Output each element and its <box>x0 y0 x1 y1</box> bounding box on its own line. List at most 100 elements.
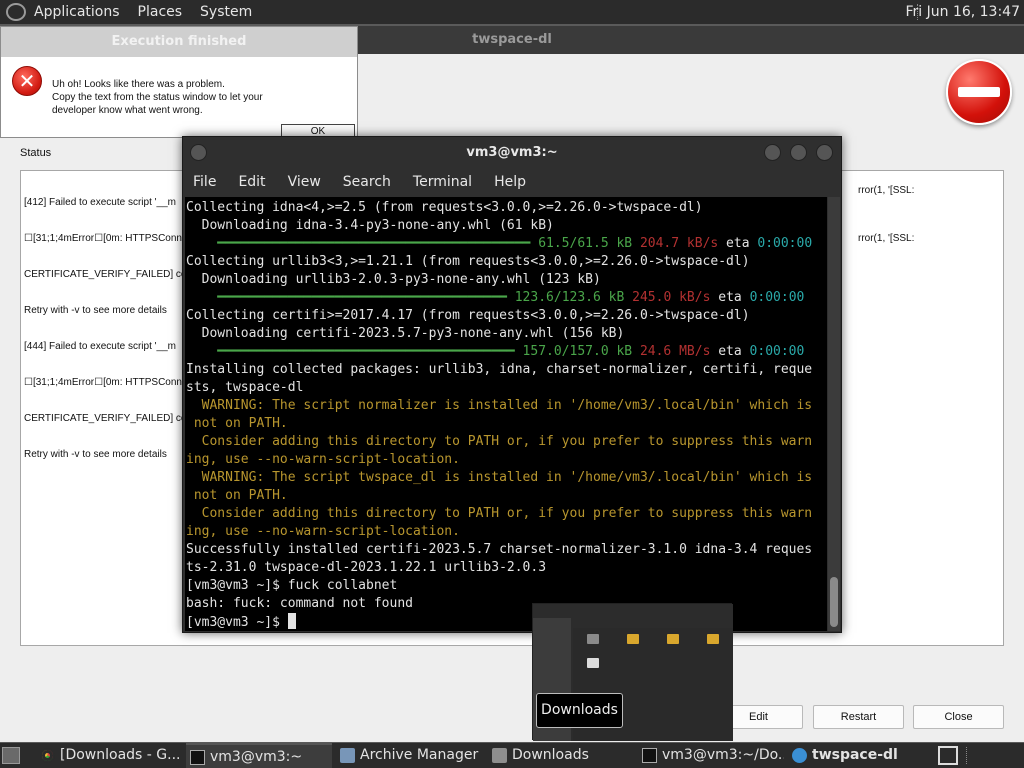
scrollbar-thumb[interactable] <box>830 577 838 627</box>
terminal-screen[interactable]: Collecting idna<4,>=2.5 (from requests<3… <box>185 197 827 631</box>
terminal-line: WARNING: The script normalizer is instal… <box>186 397 813 415</box>
status-line: [444] Failed to execute script '__m <box>24 341 176 352</box>
terminal-line: Collecting certifi>=2017.4.17 (from requ… <box>186 307 750 325</box>
eta-label: eta <box>710 290 750 305</box>
workspace-switcher-icon[interactable] <box>938 746 958 765</box>
terminal-line: not on PATH. <box>186 487 288 505</box>
terminal-line: not on PATH. <box>186 415 288 433</box>
dialog-title[interactable]: Execution finished <box>1 27 357 57</box>
menu-places[interactable]: Places <box>129 4 192 20</box>
terminal-line-text: bash: fuck: command not found <box>186 596 413 611</box>
task-chrome-downloads[interactable]: [Downloads - G... <box>36 743 184 768</box>
task-archive-manager[interactable]: Archive Manager <box>336 743 484 768</box>
clock[interactable]: Fri Jun 16, 13:47 <box>905 4 1020 20</box>
task-label: Downloads <box>512 747 589 763</box>
menu-system[interactable]: System <box>191 4 261 20</box>
terminal-line: bash: fuck: command not found <box>186 595 413 613</box>
terminal-menubar: File Edit View Search Terminal Help <box>183 169 841 194</box>
progress-bar: ━━━━━━━━━━━━━━━━━━━━━━━━━━━━━━━━━━━━━━━━ <box>186 236 539 251</box>
menu-edit[interactable]: Edit <box>238 174 265 190</box>
show-desktop-icon[interactable] <box>2 747 20 764</box>
status-line: ☐[31;1;4mError☐[0m: HTTPSConn <box>24 377 182 388</box>
terminal-line: Consider adding this directory to PATH o… <box>186 433 813 451</box>
terminal-line-text: sts, twspace-dl <box>186 380 304 395</box>
terminal-line: Installing collected packages: urllib3, … <box>186 361 812 379</box>
terminal-line: Collecting urllib3<3,>=1.21.1 (from requ… <box>186 253 750 271</box>
status-text: [412] Failed to execute script '__m ☐[31… <box>24 173 195 485</box>
terminal-line-text: Consider adding this directory to PATH o… <box>186 434 813 449</box>
terminal-progress-line: ━━━━━━━━━━━━━━━━━━━━━━━━━━━━━━━━━━━━━ 12… <box>186 289 804 307</box>
terminal-title-text: vm3@vm3:~ <box>466 145 558 160</box>
terminal-line: Collecting idna<4,>=2.5 (from requests<3… <box>186 199 703 217</box>
terminal-line-text: Downloading idna-3.4-py3-none-any.whl (6… <box>186 218 554 233</box>
task-label: [Downloads - G... <box>60 747 181 763</box>
menu-help[interactable]: Help <box>494 174 526 190</box>
terminal-icon <box>190 750 205 765</box>
terminal-prompt-line: [vm3@vm3 ~]$ <box>186 613 296 631</box>
terminal-line: sts, twspace-dl <box>186 379 303 397</box>
terminal-line: Downloading idna-3.4-py3-none-any.whl (6… <box>186 217 554 235</box>
terminal-line-text: Collecting urllib3<3,>=1.21.1 (from requ… <box>186 254 750 269</box>
download-speed: 204.7 kB/s <box>639 236 719 251</box>
task-label: vm3@vm3:~/Do... <box>662 747 784 763</box>
eta-time: 0:00:00 <box>757 236 813 251</box>
download-speed: 245.0 kB/s <box>632 290 711 305</box>
execution-finished-dialog: Execution finished ✕ Uh oh! Looks like t… <box>0 26 358 139</box>
preview-tooltip: Downloads <box>536 693 623 728</box>
task-label: twspace-dl <box>812 747 898 763</box>
status-line: CERTIFICATE_VERIFY_FAILED] certi <box>24 413 195 424</box>
terminal-line: ing, use --no-warn-script-location. <box>186 523 460 541</box>
terminal-icon <box>642 748 657 763</box>
terminal-progress-line: ━━━━━━━━━━━━━━━━━━━━━━━━━━━━━━━━━━━━━━━━… <box>186 235 812 253</box>
folder-icon <box>492 748 507 763</box>
task-label: vm3@vm3:~ <box>210 749 303 765</box>
task-twspace-dl[interactable]: twspace-dl <box>788 743 932 768</box>
stop-sign-icon <box>946 59 1012 125</box>
terminal-line-text: not on PATH. <box>186 416 288 431</box>
status-line: CERTIFICATE_VERIFY_FAILED] certi <box>24 269 195 280</box>
taskbar-separator <box>966 747 967 764</box>
task-downloads[interactable]: Downloads <box>488 743 634 768</box>
file-icon <box>587 658 599 668</box>
terminal-cursor <box>287 613 296 629</box>
download-speed: 24.6 MB/s <box>639 344 711 359</box>
archive-icon <box>627 634 639 644</box>
terminal-line: Downloading certifi-2023.5.7-py3-none-an… <box>186 325 625 343</box>
status-line: Retry with -v to see more details <box>24 305 167 316</box>
terminal-scrollbar[interactable] <box>828 197 840 631</box>
download-size: 157.0/157.0 kB <box>522 344 633 359</box>
folder-icon <box>587 634 599 644</box>
window-menu-icon[interactable] <box>190 144 207 161</box>
status-line: [412] Failed to execute script '__m <box>24 197 176 208</box>
eta-label: eta <box>718 236 758 251</box>
terminal-line-text: WARNING: The script twspace_dl is instal… <box>186 470 813 485</box>
terminal-line-text: Downloading urllib3-2.0.3-py3-none-any.w… <box>186 272 601 287</box>
restart-button[interactable]: Restart <box>813 705 904 729</box>
maximize-icon[interactable] <box>790 144 807 161</box>
taskbar: [Downloads - G... vm3@vm3:~ Archive Mana… <box>0 743 1024 768</box>
terminal-line: ing, use --no-warn-script-location. <box>186 451 460 469</box>
error-message: Uh oh! Looks like there was a problem. C… <box>52 79 263 116</box>
twspace-icon <box>792 748 807 763</box>
menu-applications[interactable]: Applications <box>32 4 129 20</box>
menu-search[interactable]: Search <box>343 174 391 190</box>
terminal-line-text: [vm3@vm3 ~]$ <box>186 615 288 630</box>
menu-file[interactable]: File <box>193 174 216 190</box>
menu-view[interactable]: View <box>288 174 321 190</box>
top-panel: Applications Places System Fri Jun 16, 1… <box>0 0 1024 24</box>
close-button[interactable]: Close <box>913 705 1004 729</box>
terminal-title[interactable]: vm3@vm3:~ <box>183 137 841 169</box>
task-terminal[interactable]: vm3@vm3:~ <box>186 743 332 768</box>
close-icon[interactable] <box>816 144 833 161</box>
eta-label: eta <box>710 344 750 359</box>
status-line-right: rror(1, '[SSL: <box>858 233 915 244</box>
progress-bar: ━━━━━━━━━━━━━━━━━━━━━━━━━━━━━━━━━━━━━ <box>186 290 515 305</box>
terminal-line-text: Collecting certifi>=2017.4.17 (from requ… <box>186 308 750 323</box>
distro-logo-icon[interactable] <box>6 3 26 21</box>
archive-icon <box>707 634 719 644</box>
minimize-icon[interactable] <box>764 144 781 161</box>
terminal-line-text: [vm3@vm3 ~]$ fuck collabnet <box>186 578 398 593</box>
menu-terminal[interactable]: Terminal <box>413 174 472 190</box>
task-terminal-downloads[interactable]: vm3@vm3:~/Do... <box>638 743 784 768</box>
downloads-window-preview[interactable]: Downloads <box>532 603 733 741</box>
